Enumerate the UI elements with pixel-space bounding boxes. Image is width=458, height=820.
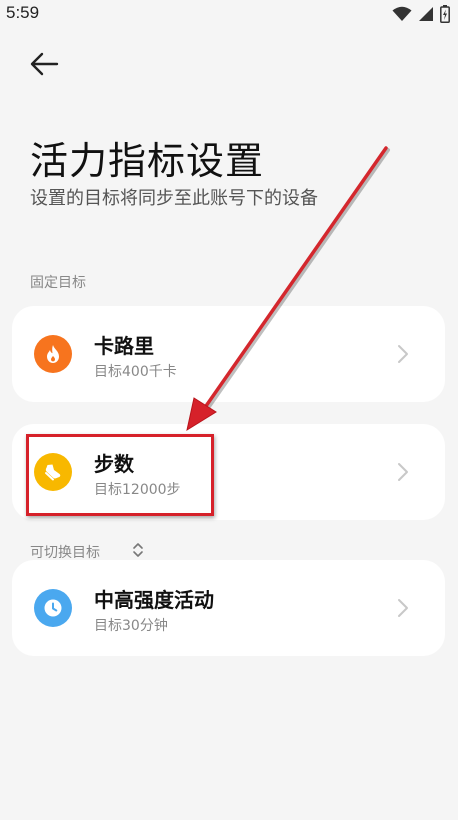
flame-icon — [47, 345, 59, 363]
steps-card[interactable]: 步数 目标12000步 — [12, 424, 445, 520]
steps-icon-badge — [34, 453, 72, 491]
back-button[interactable] — [26, 46, 66, 82]
chevron-right-icon — [398, 345, 408, 363]
chevron-right-icon — [398, 599, 408, 617]
calories-target: 目标400千卡 — [94, 364, 177, 380]
steps-title: 步数 — [94, 452, 134, 476]
calories-title: 卡路里 — [94, 334, 154, 358]
activity-title: 中高强度活动 — [94, 588, 214, 612]
shoe-icon — [45, 464, 61, 481]
activity-card[interactable]: 中高强度活动 目标30分钟 — [12, 560, 445, 656]
steps-target: 目标12000步 — [94, 482, 181, 498]
wifi-icon — [392, 6, 412, 21]
back-arrow-icon — [30, 52, 59, 76]
calories-card[interactable]: 卡路里 目标400千卡 — [12, 306, 445, 402]
calories-icon-badge — [34, 335, 72, 373]
page-title: 活力指标设置 — [30, 139, 265, 183]
status-bar: 5:59 — [0, 0, 458, 28]
status-icons — [392, 5, 450, 23]
clock-icon — [44, 599, 62, 617]
chevron-right-icon — [398, 463, 408, 481]
status-time: 5:59 — [6, 3, 40, 22]
section-label-switchable: 可切换目标 — [30, 545, 100, 561]
activity-icon-badge — [34, 589, 72, 627]
battery-icon — [440, 5, 450, 23]
signal-icon — [419, 7, 433, 21]
annotation-arrow — [186, 146, 390, 432]
activity-target: 目标30分钟 — [94, 618, 168, 634]
section-label-fixed: 固定目标 — [30, 275, 86, 291]
expand-collapse-icon[interactable] — [132, 542, 144, 558]
page-subtitle: 设置的目标将同步至此账号下的设备 — [30, 188, 318, 209]
